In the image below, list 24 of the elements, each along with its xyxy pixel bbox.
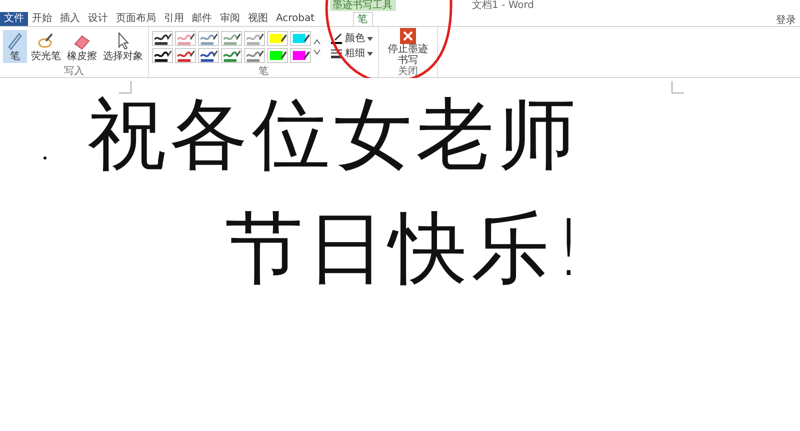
ink-tool-button[interactable]: 橡皮擦 xyxy=(65,30,99,63)
ink-tool-button[interactable]: 选择对象 xyxy=(101,30,145,63)
group-label: 关闭 xyxy=(397,66,419,77)
ribbon-tab[interactable]: 页面布局 xyxy=(112,12,160,26)
ink-option-button[interactable]: 颜色 xyxy=(328,33,375,46)
ribbon-tab[interactable]: 文件 xyxy=(0,12,28,26)
handwritten-text: 节日快乐! xyxy=(225,210,588,288)
ink-tool-button[interactable]: 笔 xyxy=(3,30,27,63)
stop-inking-button[interactable]: 停止墨迹书写 xyxy=(382,28,434,66)
sign-in-link[interactable]: 登录 xyxy=(776,13,796,28)
group-label: 笔 xyxy=(258,66,270,77)
group-label: 写入 xyxy=(63,66,85,77)
handwritten-text: 祝各位女老师 xyxy=(88,96,580,174)
ribbon-tab[interactable]: 视图 xyxy=(244,12,272,26)
ribbon-tab[interactable]: 审阅 xyxy=(216,12,244,26)
ribbon-tab[interactable]: 插入 xyxy=(56,12,84,26)
ribbon-tab[interactable]: 设计 xyxy=(84,12,112,26)
ribbon-tab[interactable]: 邮件 xyxy=(188,12,216,26)
ink-tool-button[interactable]: 荧光笔 xyxy=(29,30,63,63)
ink-option-button[interactable]: 粗细 xyxy=(328,48,375,60)
ribbon-tab[interactable]: Acrobat xyxy=(272,12,319,26)
ribbon-tab[interactable]: 笔 xyxy=(352,12,373,26)
ribbon-tab[interactable]: 引用 xyxy=(160,12,188,26)
ribbon-tab[interactable]: 开始 xyxy=(28,12,56,26)
